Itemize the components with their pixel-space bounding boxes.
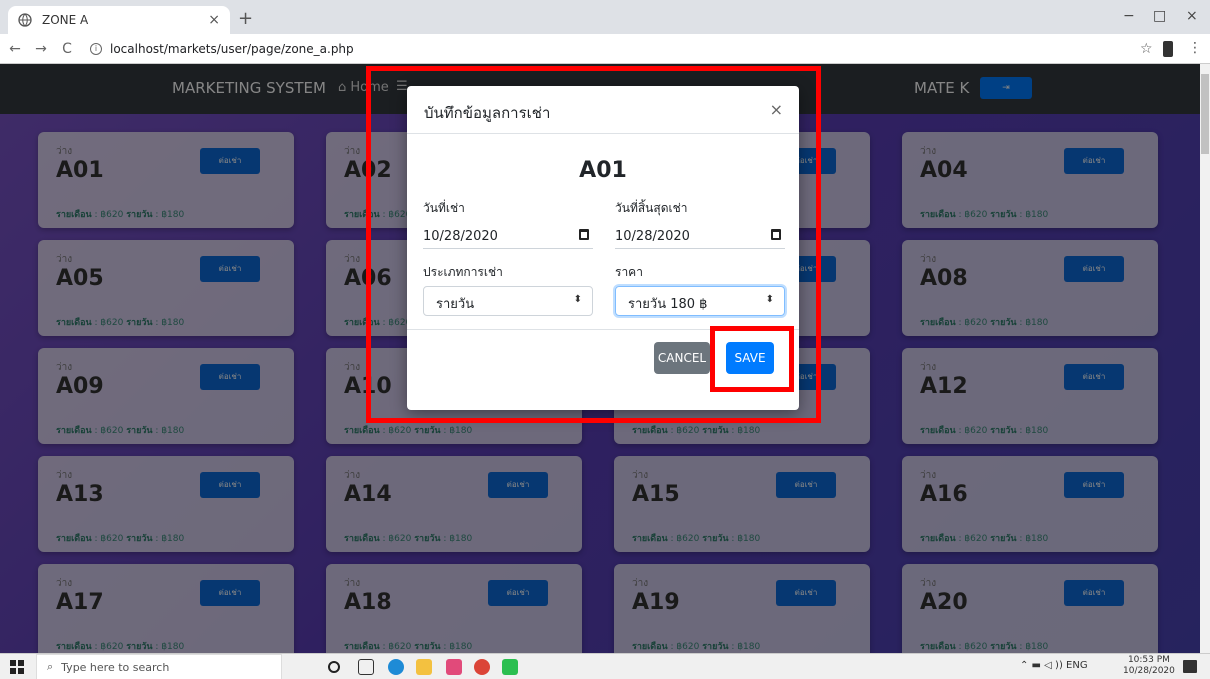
taskbar-search[interactable]: ⌕ Type here to search — [36, 654, 282, 679]
cortana-icon[interactable] — [328, 661, 340, 673]
xampp-icon[interactable] — [446, 659, 462, 675]
system-tray[interactable]: ⌃ ▬ ◁ )) ENG — [1020, 660, 1088, 671]
tab-close-icon[interactable]: × — [208, 12, 220, 28]
reload-button[interactable]: C — [56, 41, 78, 57]
browser-tab[interactable]: ZONE A × — [8, 6, 230, 34]
taskbar-search-placeholder: Type here to search — [61, 660, 170, 674]
tray-icons: ⌃ ▬ ◁ )) — [1020, 660, 1067, 671]
browser-tab-bar: ZONE A × + − □ × — [0, 0, 1210, 34]
task-view-icon[interactable] — [358, 659, 374, 675]
info-icon[interactable]: i — [90, 43, 102, 55]
window-close-button[interactable]: × — [1186, 8, 1198, 24]
highlight-box-save — [710, 326, 794, 392]
address-bar-row: ← → C i localhost/markets/user/page/zone… — [0, 34, 1210, 64]
clock-time: 10:53 PM — [1127, 655, 1170, 665]
new-tab-button[interactable]: + — [238, 8, 253, 29]
tab-title: ZONE A — [42, 13, 89, 27]
forward-button[interactable]: → — [30, 41, 52, 57]
clock-date: 10/28/2020 — [1123, 666, 1175, 676]
page-scrollbar[interactable] — [1200, 64, 1210, 653]
windows-taskbar: ⌕ Type here to search ⌃ ▬ ◁ )) ENG 10:53… — [0, 653, 1210, 679]
clock[interactable]: 10:53 PM 10/28/2020 — [1123, 655, 1175, 677]
url-text: localhost/markets/user/page/zone_a.php — [110, 42, 354, 56]
notification-icon[interactable] — [1183, 660, 1197, 673]
globe-icon — [18, 13, 32, 27]
bookmark-star-icon[interactable]: ☆ — [1140, 41, 1153, 57]
windows-start-icon[interactable] — [10, 660, 24, 674]
maximize-button[interactable]: □ — [1153, 8, 1166, 24]
scrollbar-thumb[interactable] — [1201, 74, 1209, 154]
file-explorer-icon[interactable] — [416, 659, 432, 675]
browser-menu-icon[interactable]: ⋮ — [1188, 40, 1202, 56]
line-icon[interactable] — [502, 659, 518, 675]
back-button[interactable]: ← — [4, 41, 26, 57]
url-field[interactable]: i localhost/markets/user/page/zone_a.php — [90, 38, 1100, 60]
language-indicator[interactable]: ENG — [1066, 660, 1088, 671]
chrome-icon[interactable] — [474, 659, 490, 675]
minimize-button[interactable]: − — [1123, 8, 1135, 24]
search-icon: ⌕ — [47, 660, 54, 673]
extension-icon[interactable] — [1163, 41, 1173, 57]
edge-icon[interactable] — [388, 659, 404, 675]
